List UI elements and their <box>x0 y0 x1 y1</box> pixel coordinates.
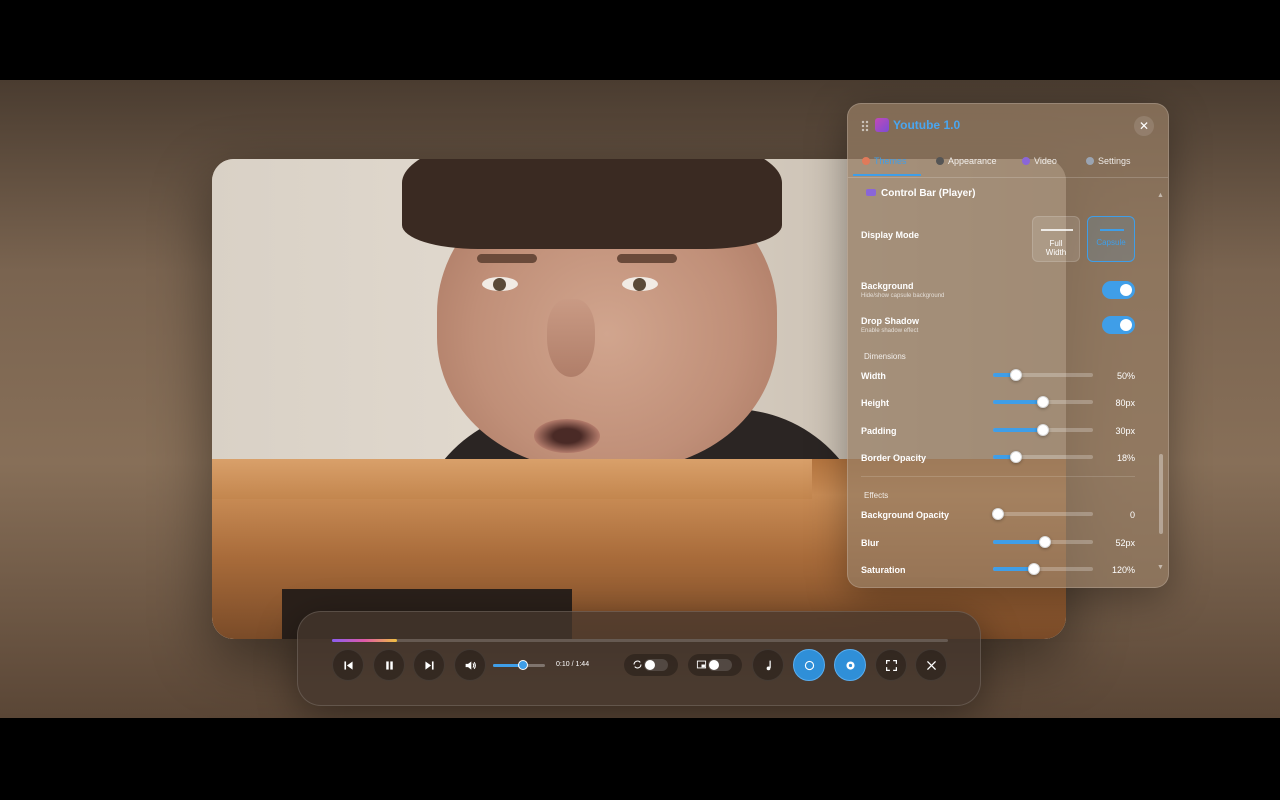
progress-bar[interactable] <box>332 639 948 642</box>
loop-toggle[interactable] <box>624 654 678 676</box>
scroll-up-icon[interactable]: ▲ <box>1157 192 1164 199</box>
volume-slider[interactable] <box>493 660 545 670</box>
border-opacity-slider[interactable] <box>993 451 1093 463</box>
palette-icon <box>862 157 870 165</box>
volume-thumb[interactable] <box>518 660 529 670</box>
width-label: Width <box>861 371 886 381</box>
gear-icon <box>845 660 855 670</box>
effects-label: Effects <box>864 491 889 500</box>
mode-full-width-button[interactable]: Full Width <box>1032 216 1080 262</box>
saturation-slider[interactable] <box>993 563 1093 575</box>
pip-switch[interactable] <box>708 659 732 671</box>
close-player-button[interactable] <box>915 649 947 681</box>
background-opacity-label: Background Opacity <box>861 510 950 520</box>
gear-icon <box>1086 157 1094 165</box>
background-sub: Hide/show capsule background <box>861 293 945 299</box>
panel-header: Youtube 1.0 ✕ <box>848 104 1168 148</box>
tab-themes[interactable]: Themes <box>862 156 907 166</box>
height-slider[interactable] <box>993 396 1093 408</box>
display-mode-label: Display Mode <box>861 230 920 240</box>
full-width-line-icon <box>1041 229 1073 231</box>
section-title: Control Bar (Player) <box>866 188 975 199</box>
progress-fill <box>332 639 397 642</box>
drop-shadow-label: Drop Shadow <box>861 316 919 326</box>
scroll-down-icon[interactable]: ▼ <box>1157 564 1164 571</box>
pause-icon <box>385 660 393 670</box>
gamepad-icon <box>866 189 876 196</box>
capsule-line-icon <box>1100 229 1124 231</box>
panel-scroll-area[interactable]: Control Bar (Player) Display Mode Full W… <box>848 182 1168 587</box>
mute-button[interactable] <box>454 649 486 681</box>
width-value: 50% <box>1116 371 1135 381</box>
padding-value: 30px <box>1115 426 1135 436</box>
background-opacity-value: 0 <box>1129 510 1135 520</box>
previous-button[interactable] <box>332 649 364 681</box>
tab-video[interactable]: Video <box>1022 156 1057 166</box>
time-display: 0:10 / 1:44 <box>556 661 590 668</box>
blur-label: Blur <box>861 538 879 548</box>
height-label: Height <box>861 398 889 408</box>
settings-panel: Youtube 1.0 ✕ Themes Appearance Video Se… <box>847 103 1169 588</box>
drop-shadow-toggle[interactable] <box>1102 316 1135 334</box>
skip-next-icon <box>424 660 434 670</box>
pause-button[interactable] <box>373 649 405 681</box>
border-opacity-value: 18% <box>1116 453 1135 463</box>
panel-close-button[interactable]: ✕ <box>1134 116 1154 136</box>
padding-label: Padding <box>861 426 897 436</box>
fullscreen-button[interactable] <box>875 649 907 681</box>
circle-icon <box>804 660 814 670</box>
music-note-icon <box>766 660 771 670</box>
slider-thumb[interactable] <box>1037 396 1049 408</box>
letterbox-bottom <box>0 718 1280 800</box>
next-button[interactable] <box>413 649 445 681</box>
control-bar: 0:10 / 1:44 <box>297 611 981 706</box>
background-opacity-slider[interactable] <box>992 508 1093 520</box>
pip-toggle[interactable] <box>688 654 742 676</box>
slider-thumb[interactable] <box>1037 424 1049 436</box>
panel-title: Youtube 1.0 <box>893 118 961 132</box>
settings-button[interactable] <box>834 649 866 681</box>
picture-in-picture-icon <box>696 660 707 669</box>
gamepad-icon <box>1022 157 1030 165</box>
slider-thumb[interactable] <box>1028 563 1040 575</box>
saturation-label: Saturation <box>861 565 906 575</box>
skip-previous-icon <box>343 660 353 670</box>
blur-value: 52px <box>1115 538 1135 548</box>
active-tab-indicator <box>853 174 921 176</box>
fullscreen-icon <box>885 659 897 671</box>
dimensions-label: Dimensions <box>864 352 906 361</box>
volume-icon <box>465 660 476 670</box>
panel-tabs: Themes Appearance Video Settings <box>848 152 1168 178</box>
drag-handle-icon[interactable] <box>861 120 869 132</box>
divider <box>861 476 1135 477</box>
letterbox-top <box>0 0 1280 80</box>
slider-thumb[interactable] <box>1010 369 1022 381</box>
tab-appearance[interactable]: Appearance <box>936 156 997 166</box>
blur-slider[interactable] <box>993 536 1093 548</box>
close-icon <box>926 660 936 670</box>
theme-button[interactable] <box>793 649 825 681</box>
clapperboard-icon <box>875 118 889 132</box>
background-label: Background <box>861 281 914 291</box>
circle-half-icon <box>936 157 944 165</box>
width-slider[interactable] <box>993 369 1093 381</box>
tab-settings[interactable]: Settings <box>1086 156 1131 166</box>
panel-scrollbar[interactable] <box>1159 454 1163 534</box>
loop-switch[interactable] <box>644 659 668 671</box>
height-value: 80px <box>1115 398 1135 408</box>
slider-thumb[interactable] <box>1010 451 1022 463</box>
border-opacity-label: Border Opacity <box>861 453 927 463</box>
loop-icon <box>633 660 642 669</box>
slider-thumb[interactable] <box>992 508 1004 520</box>
padding-slider[interactable] <box>993 424 1093 436</box>
drop-shadow-sub: Enable shadow effect <box>861 328 919 334</box>
audio-mode-button[interactable] <box>752 649 784 681</box>
slider-thumb[interactable] <box>1039 536 1051 548</box>
mode-capsule-button[interactable]: Capsule <box>1087 216 1135 262</box>
saturation-value: 120% <box>1111 565 1135 575</box>
background-toggle[interactable] <box>1102 281 1135 299</box>
